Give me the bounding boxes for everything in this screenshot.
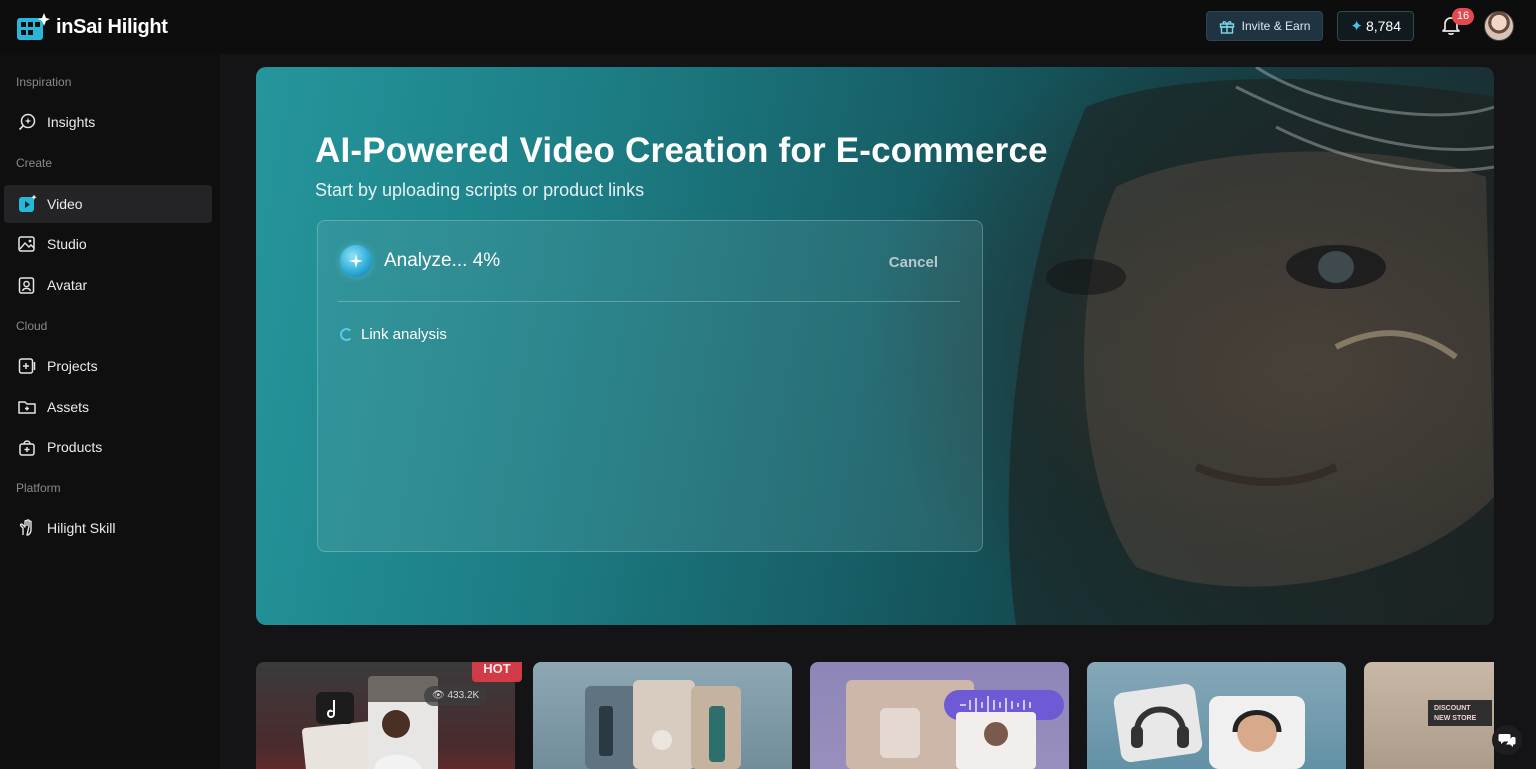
video-icon: [17, 194, 37, 214]
spinner-icon: [340, 328, 353, 341]
top-actions: Invite & Earn ✦ 8,784 16: [1205, 8, 1514, 41]
chat-button[interactable]: [1492, 725, 1522, 755]
sidebar-item-label: Products: [47, 439, 103, 455]
invite-earn-button[interactable]: Invite & Earn: [1205, 11, 1324, 41]
template-card[interactable]: [1087, 662, 1346, 769]
app-root: inSai Hilight Invite & Earn ✦ 8,784 16 I…: [0, 0, 1536, 769]
section-label-create: Create: [16, 156, 53, 170]
sidebar-item-hilight-skill[interactable]: Hilight Skill: [4, 509, 212, 547]
notifications-button[interactable]: 16: [1434, 8, 1474, 41]
chat-icon: [1498, 734, 1516, 747]
sidebar-item-products[interactable]: Products: [4, 428, 212, 466]
insights-icon: [17, 112, 37, 132]
image-icon: [17, 234, 37, 254]
ai-sparkle-icon: [340, 245, 372, 277]
sidebar-item-label: Studio: [47, 236, 87, 252]
sidebar-item-assets[interactable]: Assets: [4, 388, 212, 426]
notification-badge: 16: [1452, 8, 1474, 25]
sidebar-item-label: Video: [47, 196, 83, 212]
logo[interactable]: inSai Hilight: [16, 12, 168, 42]
sidebar-item-label: Avatar: [47, 277, 88, 293]
analysis-status: Analyze... 4%: [384, 250, 501, 271]
cancel-button[interactable]: Cancel: [889, 254, 938, 271]
credits-value: 8,784: [1365, 18, 1401, 34]
template-thumbnail: [1113, 683, 1305, 769]
analysis-step: Link analysis: [340, 326, 447, 343]
section-label-cloud: Cloud: [16, 319, 48, 333]
credits-button[interactable]: ✦ 8,784: [1337, 11, 1414, 41]
template-card[interactable]: DISCOUNT NEW STORE: [1364, 662, 1494, 769]
divider: [338, 301, 960, 302]
template-card[interactable]: [533, 662, 792, 769]
sidebar-item-label: Insights: [47, 114, 96, 130]
hero-title: AI-Powered Video Creation for E-commerce: [315, 131, 1048, 170]
user-avatar[interactable]: [1484, 11, 1514, 41]
template-card[interactable]: [810, 662, 1069, 769]
invite-earn-label: Invite & Earn: [1241, 19, 1311, 33]
sparkle-icon: ✦: [1350, 18, 1363, 35]
analysis-step-label: Link analysis: [361, 326, 447, 343]
sidebar-item-studio[interactable]: Studio: [4, 225, 212, 263]
gift-icon: [1219, 21, 1234, 34]
discount-tag: DISCOUNT NEW STORE: [1428, 700, 1492, 726]
sidebar-item-label: Projects: [47, 358, 98, 374]
eye-icon: 👁: [432, 690, 445, 701]
sidebar-item-label: Hilight Skill: [47, 520, 116, 536]
views-value: 433.2K: [447, 690, 480, 701]
projects-icon: [17, 356, 37, 376]
hand-icon: [17, 518, 37, 538]
hero-subtitle: Start by uploading scripts or product li…: [315, 180, 645, 200]
sidebar-item-projects[interactable]: Projects: [4, 347, 212, 385]
main-content: AI-Powered Video Creation for E-commerce…: [220, 54, 1536, 769]
sidebar: Inspiration Insights Create Video Studio…: [0, 54, 220, 769]
hot-badge: HOT: [472, 662, 522, 682]
template-cards: HOT 👁 433.2K DISCOUNT NEW STORE: [256, 662, 1494, 769]
sidebar-item-avatar[interactable]: Avatar: [4, 266, 212, 304]
bag-icon: [17, 437, 37, 457]
template-thumbnail: [585, 680, 741, 769]
hero-banner: AI-Powered Video Creation for E-commerce…: [256, 67, 1494, 625]
sidebar-item-video[interactable]: Video: [4, 185, 212, 223]
sidebar-item-insights[interactable]: Insights: [4, 103, 212, 141]
sidebar-item-label: Assets: [47, 399, 90, 415]
avatar-icon: [17, 275, 37, 295]
section-label-platform: Platform: [16, 481, 61, 495]
template-thumbnail: [846, 680, 1064, 769]
section-label-inspiration: Inspiration: [16, 75, 72, 89]
logo-icon: [17, 13, 50, 40]
analysis-header: Analyze... 4%: [340, 245, 500, 277]
folder-icon: [17, 397, 37, 417]
app-name: inSai Hilight: [56, 15, 168, 38]
analysis-panel: Analyze... 4% Cancel Link analysis: [317, 220, 983, 552]
views-count: 👁 433.2K: [424, 686, 488, 706]
top-bar: inSai Hilight Invite & Earn ✦ 8,784 16: [0, 0, 1536, 54]
